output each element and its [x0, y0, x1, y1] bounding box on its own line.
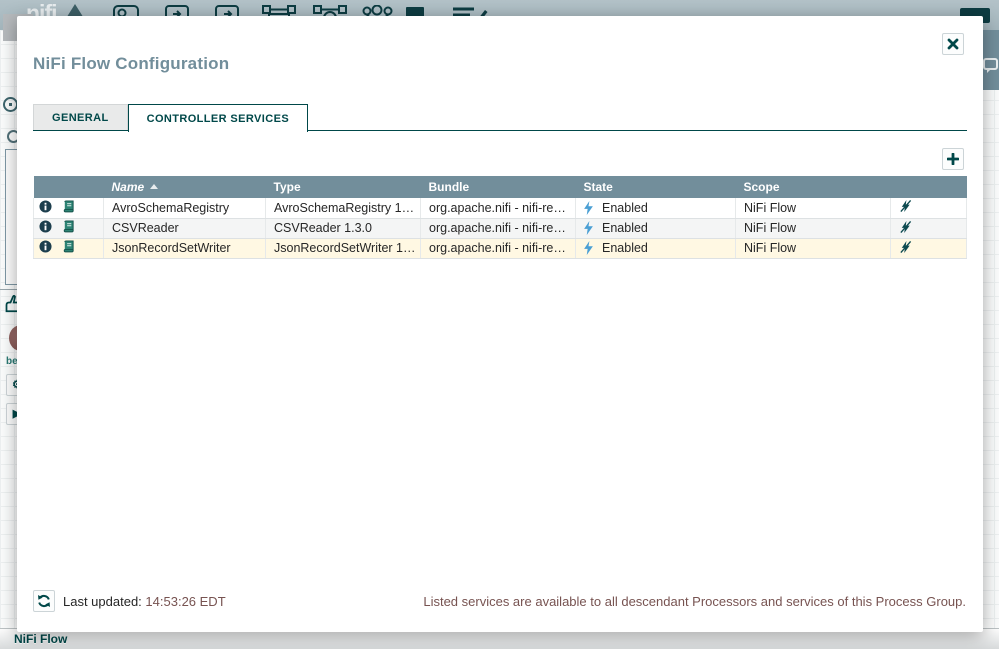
- dialog-tabs: GENERAL CONTROLLER SERVICES: [33, 104, 308, 131]
- cell-bundle: org.apache.nifi - nifi-record-seri...: [421, 218, 576, 238]
- last-updated-label: Last updated:: [63, 594, 142, 609]
- close-icon: [947, 38, 959, 50]
- right-side-panel: [982, 30, 999, 90]
- info-icon[interactable]: [39, 240, 52, 256]
- palette-divider: [0, 289, 17, 290]
- disable-service-icon[interactable]: [899, 240, 912, 257]
- close-button[interactable]: [942, 33, 964, 55]
- chat-icon[interactable]: [983, 58, 998, 70]
- enabled-bolt-icon: [584, 241, 593, 255]
- sort-ascending-icon: [150, 184, 158, 189]
- controller-service-row[interactable]: CSVReader CSVReader 1.3.0 org.apache.nif…: [34, 218, 967, 238]
- table-header-row: Name Type Bundle State Scope: [34, 176, 967, 198]
- cell-scope: NiFi Flow: [736, 218, 891, 238]
- header-state[interactable]: State: [576, 176, 736, 198]
- cell-bundle: org.apache.nifi - nifi-registry-nar: [421, 198, 576, 218]
- controller-service-row[interactable]: AvroSchemaRegistry AvroSchemaRegistry 1.…: [34, 198, 967, 218]
- header-scope[interactable]: Scope: [736, 176, 891, 198]
- tab-controller-services[interactable]: CONTROLLER SERVICES: [128, 104, 308, 132]
- state-label: Enabled: [602, 221, 648, 235]
- header-actions-column: [891, 176, 967, 198]
- cell-name: CSVReader: [104, 218, 266, 238]
- compass-icon[interactable]: [3, 97, 18, 112]
- header-type[interactable]: Type: [266, 176, 421, 198]
- disable-service-icon[interactable]: [899, 220, 912, 237]
- disable-service-icon[interactable]: [899, 199, 912, 216]
- dialog-title: NiFi Flow Configuration: [33, 54, 229, 74]
- header-icons-column: [34, 176, 104, 198]
- cell-state: Enabled: [576, 218, 736, 238]
- refresh-button[interactable]: [33, 590, 55, 612]
- last-updated: Last updated: 14:53:26 EDT: [63, 594, 226, 609]
- breadcrumb[interactable]: NiFi Flow: [14, 632, 67, 646]
- scope-note: Listed services are available to all des…: [423, 594, 966, 609]
- last-updated-value: 14:53:26 EDT: [145, 594, 225, 609]
- cell-bundle: org.apache.nifi - nifi-record-seri...: [421, 238, 576, 258]
- cell-scope: NiFi Flow: [736, 238, 891, 258]
- row-icons-cell: [34, 198, 104, 218]
- tab-general[interactable]: GENERAL: [33, 104, 128, 130]
- cell-state: Enabled: [576, 198, 736, 218]
- nifi-flow-configuration-dialog: NiFi Flow Configuration GENERAL CONTROLL…: [17, 16, 983, 632]
- info-icon[interactable]: [39, 200, 52, 216]
- controller-service-row[interactable]: JsonRecordSetWriter JsonRecordSetWriter …: [34, 238, 967, 258]
- cell-state: Enabled: [576, 238, 736, 258]
- cell-actions: [891, 218, 967, 238]
- state-label: Enabled: [602, 201, 648, 215]
- controller-services-tbody: AvroSchemaRegistry AvroSchemaRegistry 1.…: [34, 198, 967, 258]
- row-icons-cell: [34, 218, 104, 238]
- usage-book-icon[interactable]: [62, 240, 75, 256]
- info-icon[interactable]: [39, 220, 52, 236]
- enabled-bolt-icon: [584, 201, 593, 215]
- row-icons-cell: [34, 238, 104, 258]
- controller-services-table: Name Type Bundle State Scope AvroSchemaR…: [33, 176, 966, 259]
- header-bundle[interactable]: Bundle: [421, 176, 576, 198]
- usage-book-icon[interactable]: [62, 220, 75, 236]
- enabled-bolt-icon: [584, 221, 593, 235]
- add-controller-service-button[interactable]: [942, 148, 964, 170]
- cell-actions: [891, 238, 967, 258]
- plus-icon: [947, 153, 959, 165]
- cell-scope: NiFi Flow: [736, 198, 891, 218]
- cell-type: CSVReader 1.3.0: [266, 218, 421, 238]
- cell-name: JsonRecordSetWriter: [104, 238, 266, 258]
- usage-book-icon[interactable]: [62, 200, 75, 216]
- cell-name: AvroSchemaRegistry: [104, 198, 266, 218]
- header-name[interactable]: Name: [104, 176, 266, 198]
- refresh-icon: [37, 594, 51, 608]
- operate-component-id: be: [6, 356, 18, 367]
- cell-actions: [891, 198, 967, 218]
- cell-type: JsonRecordSetWriter 1.3.0: [266, 238, 421, 258]
- cell-type: AvroSchemaRegistry 1.3.0: [266, 198, 421, 218]
- state-label: Enabled: [602, 241, 648, 255]
